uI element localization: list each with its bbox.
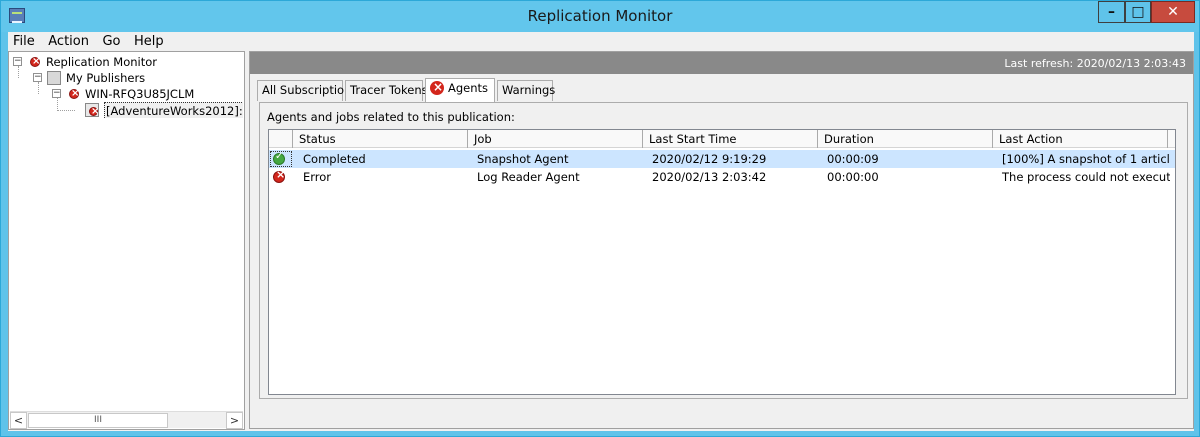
column-header-duration[interactable]: Duration [818,130,993,148]
client-area: − Replication Monitor − My Publishers − … [8,51,1194,431]
collapse-icon[interactable]: − [13,57,22,66]
title-bar[interactable]: Replication Monitor – □ ✕ [1,1,1199,32]
table-row[interactable]: Error Log Reader Agent 2020/02/13 2:03:4… [269,168,1175,186]
column-header-job[interactable]: Job [468,130,643,148]
scroll-right-button[interactable]: > [226,412,243,429]
grid-header: Status Job Last Start Time Duration Last… [269,130,1175,148]
tree-item-publication[interactable]: [AdventureWorks2012]: AdvW [85,102,243,118]
column-header-last-start-time[interactable]: Last Start Time [643,130,818,148]
cell-status: Error [303,170,332,184]
check-icon [273,151,285,165]
maximize-button[interactable]: □ [1125,1,1151,23]
app-window: Replication Monitor – □ ✕ File Action Go… [0,0,1200,437]
agents-grid[interactable]: Status Job Last Start Time Duration Last… [268,129,1176,395]
tree-label: WIN-RFQ3U85JCLM [85,87,195,101]
close-button[interactable]: ✕ [1151,1,1195,23]
menu-help[interactable]: Help [129,32,169,51]
table-row[interactable]: Completed Snapshot Agent 2020/02/12 9:19… [269,150,1175,168]
scroll-left-button[interactable]: < [10,412,27,429]
tab-strip: All Subscriptions Tracer Tokens Agents W… [257,78,1187,102]
tree-horizontal-scrollbar[interactable]: < III > [10,411,243,429]
collapse-icon[interactable]: − [52,89,61,98]
column-header-status[interactable]: Status [293,130,468,148]
replication-monitor-icon [27,54,41,70]
cell-last-start-time: 2020/02/13 2:03:42 [652,170,767,184]
details-pane: Last refresh: 2020/02/13 2:03:43 All Sub… [249,51,1194,429]
cell-status: Completed [303,152,366,166]
last-refresh-text: Last refresh: 2020/02/13 2:03:43 [1004,57,1186,70]
minimize-button[interactable]: – [1098,1,1125,23]
error-icon [273,168,285,183]
tab-agents[interactable]: Agents [425,78,495,102]
error-icon [430,78,444,97]
collapse-icon[interactable]: − [33,73,42,82]
tree-item-my-publishers[interactable]: − My Publishers [33,70,243,86]
menu-file[interactable]: File [8,32,40,51]
tree-item-replication-monitor[interactable]: − Replication Monitor [13,54,243,70]
tree-label: My Publishers [66,71,146,85]
publication-error-icon [85,103,99,118]
menu-action[interactable]: Action [43,32,94,51]
menu-go[interactable]: Go [97,32,125,51]
column-header-last-action[interactable]: Last Action [993,130,1168,148]
tab-tracer-tokens[interactable]: Tracer Tokens [345,80,428,101]
cell-duration: 00:00:00 [827,170,879,184]
panel-description: Agents and jobs related to this publicat… [267,110,515,124]
tab-warnings[interactable]: Warnings [497,80,555,101]
cell-duration: 00:00:09 [827,152,879,166]
refresh-bar: Last refresh: 2020/02/13 2:03:43 [250,52,1193,74]
tree-item-server[interactable]: − WIN-RFQ3U85JCLM [52,86,243,102]
navigation-tree[interactable]: − Replication Monitor − My Publishers − … [8,51,245,430]
tab-agents-label: Agents [448,81,489,95]
menu-bar: File Action Go Help [8,32,1194,51]
cell-last-action: The process could not execute '... [1002,170,1170,184]
tree-label: [AdventureWorks2012]: AdvW [104,102,243,118]
tree-connector [57,110,75,111]
column-header-icon[interactable] [269,130,293,148]
cell-last-start-time: 2020/02/12 9:19:29 [652,152,767,166]
cell-job: Log Reader Agent [477,170,580,184]
tree-label: Replication Monitor [46,55,158,69]
cell-job: Snapshot Agent [477,152,569,166]
agents-panel: Agents and jobs related to this publicat… [259,102,1188,399]
scroll-thumb[interactable]: III [28,413,168,428]
server-error-icon [66,86,80,102]
window-title: Replication Monitor [527,7,673,25]
cell-last-action: [100%] A snapshot of 1 article(s)... [1002,152,1170,166]
tab-all-subscriptions[interactable]: All Subscriptions [257,80,357,101]
publishers-folder-icon [47,71,61,85]
